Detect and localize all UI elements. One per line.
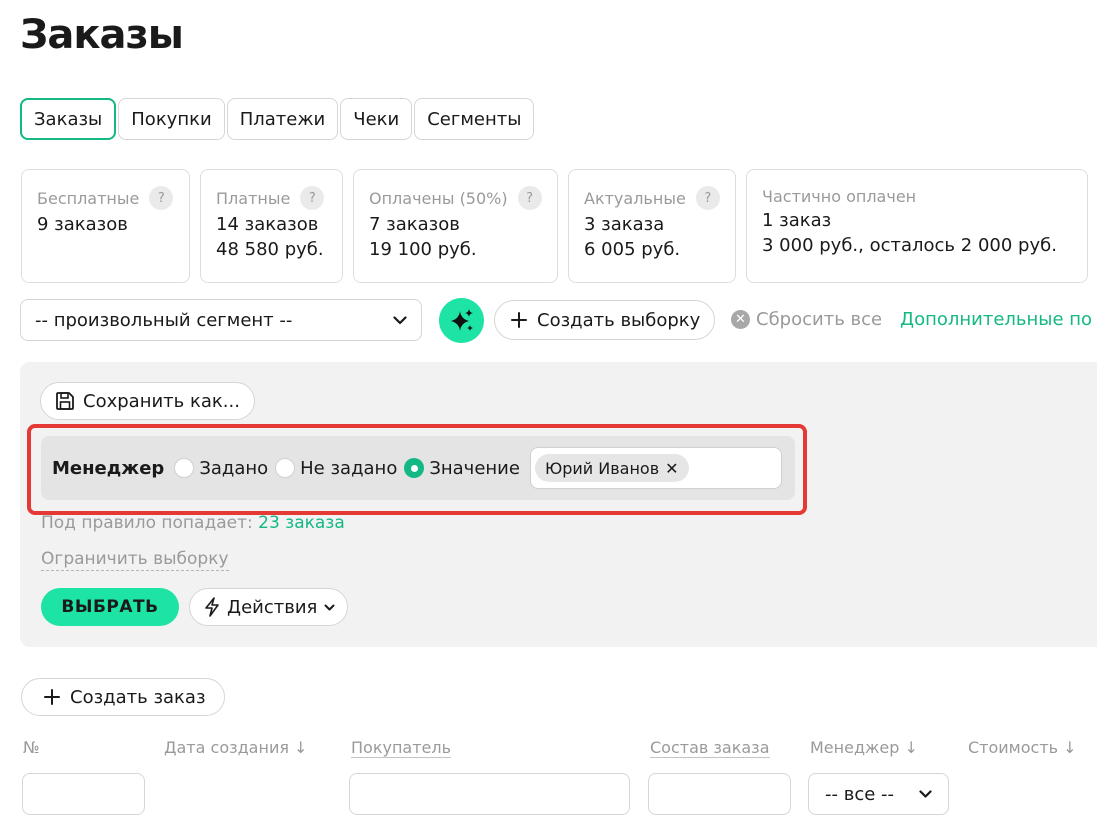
tab-orders[interactable]: Заказы <box>20 98 117 140</box>
stat-count: 3 заказа <box>584 214 665 235</box>
column-items[interactable]: Состав заказа <box>650 738 770 758</box>
buyer-filter-input[interactable] <box>349 773 630 815</box>
chevron-down-icon <box>324 604 335 611</box>
floppy-disk-icon <box>55 391 75 411</box>
stat-count: 14 заказов <box>216 214 319 235</box>
plus-icon <box>44 689 60 705</box>
help-icon[interactable]: ? <box>300 186 325 210</box>
tabs: Заказы Покупки Платежи Чеки Сегменты <box>20 98 535 140</box>
column-buyer[interactable]: Покупатель <box>351 738 452 758</box>
more-fields-link[interactable]: Дополнительные по <box>900 309 1092 330</box>
stat-card-actual[interactable]: Актуальные ? 3 заказа 6 005 руб. <box>568 169 736 283</box>
items-filter-input[interactable] <box>648 773 791 815</box>
limit-selection-link[interactable]: Ограничить выборку <box>41 549 229 571</box>
help-icon[interactable]: ? <box>517 186 542 210</box>
close-icon: ✕ <box>731 310 750 329</box>
stat-card-paid-50[interactable]: Оплачены (50%) ? 7 заказов 19 100 руб. <box>353 169 558 283</box>
help-icon[interactable]: ? <box>695 186 720 210</box>
reset-all-button[interactable]: ✕ Сбросить все <box>731 309 882 330</box>
rule-match-link[interactable]: 23 заказа <box>258 513 345 533</box>
segment-select-value: -- произвольный сегмент -- <box>35 309 293 331</box>
stat-sum: 6 005 руб. <box>584 239 681 260</box>
page-title: Заказы <box>20 12 184 58</box>
stat-count: 1 заказ <box>762 210 832 231</box>
stat-title: Платные <box>216 188 291 208</box>
stat-title: Частично оплачен <box>762 186 917 206</box>
manager-filter-select[interactable]: -- все -- <box>808 773 949 815</box>
stat-sum: 19 100 руб. <box>369 239 477 260</box>
stat-card-free[interactable]: Бесплатные ? 9 заказов <box>21 169 190 283</box>
column-manager[interactable]: Менеджер ↓ <box>810 738 918 757</box>
stat-sum: 48 580 руб. <box>216 239 324 260</box>
stat-title: Актуальные <box>584 188 686 208</box>
select-button[interactable]: ВЫБРАТЬ <box>41 588 179 626</box>
tab-purchases[interactable]: Покупки <box>118 98 225 140</box>
segment-select[interactable]: -- произвольный сегмент -- <box>20 299 422 341</box>
actions-label: Действия <box>227 596 318 618</box>
stat-card-partially-paid[interactable]: Частично оплачен 1 заказ 3 000 руб., ост… <box>746 169 1088 283</box>
tab-payments[interactable]: Платежи <box>226 98 339 140</box>
plus-icon <box>511 312 527 328</box>
save-as-button[interactable]: Сохранить как... <box>40 382 255 420</box>
create-selection-label: Создать выборку <box>537 309 701 331</box>
create-order-button[interactable]: Создать заказ <box>21 678 225 716</box>
sparkles-icon <box>448 307 476 335</box>
create-order-label: Создать заказ <box>70 686 206 708</box>
stat-count: 7 заказов <box>369 214 460 235</box>
stat-card-paid[interactable]: Платные ? 14 заказов 48 580 руб. <box>200 169 343 283</box>
column-buyer-label: Покупатель <box>351 738 452 758</box>
rule-match-prefix: Под правило попадает: <box>41 513 253 533</box>
column-created[interactable]: Дата создания ↓ <box>164 738 307 757</box>
highlight-frame <box>27 424 807 515</box>
save-as-label: Сохранить как... <box>83 390 240 412</box>
create-selection-button[interactable]: Создать выборку <box>494 300 716 340</box>
stat-title: Оплачены (50%) <box>369 188 508 208</box>
help-icon[interactable]: ? <box>149 186 174 210</box>
stat-sum: 3 000 руб., осталось 2 000 руб. <box>762 235 1057 256</box>
actions-button[interactable]: Действия <box>189 588 349 626</box>
number-filter-input[interactable] <box>22 773 145 815</box>
column-cost[interactable]: Стоимость ↓ <box>968 738 1077 757</box>
chevron-down-icon <box>919 790 932 798</box>
chevron-down-icon <box>393 315 407 325</box>
tab-segments[interactable]: Сегменты <box>414 98 535 140</box>
column-number[interactable]: № <box>23 738 40 757</box>
column-items-label: Состав заказа <box>650 738 770 758</box>
stat-title: Бесплатные <box>37 188 140 208</box>
lightning-icon <box>204 597 220 617</box>
ai-segment-button[interactable] <box>439 298 484 343</box>
tab-receipts[interactable]: Чеки <box>340 98 413 140</box>
reset-all-label: Сбросить все <box>756 309 883 330</box>
stat-count: 9 заказов <box>37 214 128 235</box>
manager-filter-value: -- все -- <box>825 783 895 805</box>
rule-match-count: Под правило попадает: 23 заказа <box>41 513 345 533</box>
